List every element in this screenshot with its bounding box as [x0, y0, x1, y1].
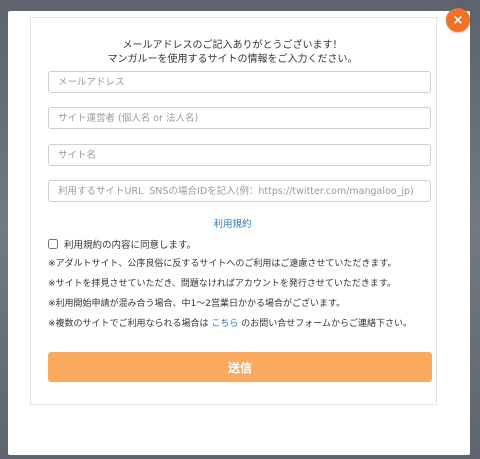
agree-label: 利用規約の内容に同意します。 — [64, 240, 197, 251]
agree-checkbox[interactable] — [48, 239, 58, 249]
intro-text: メールアドレスのご記入ありがとうございます！ マンガルーを使用するサイトの情報を… — [30, 39, 435, 67]
agree-row[interactable]: 利用規約の内容に同意します。 — [48, 237, 196, 251]
submit-button[interactable]: 送信 — [48, 352, 432, 382]
close-icon: × — [452, 12, 464, 28]
terms-link[interactable]: 利用規約 — [30, 216, 435, 230]
site-url-field[interactable] — [48, 180, 431, 202]
contact-form-link[interactable]: こちら — [211, 319, 238, 329]
note-multiple-sites: ※複数のサイトでご利用なられる場合は こちら のお問い合せフォームからご連絡下さ… — [48, 318, 434, 331]
intro-line-2: マンガルーを使用するサイトの情報をご入力ください。 — [107, 54, 358, 65]
site-name-field[interactable] — [48, 144, 431, 166]
operator-name-field[interactable] — [48, 107, 431, 129]
note-review: ※サイトを拝見させていただき、問題なければアカウントを発行させていただきます。 — [48, 279, 397, 289]
note-multi-before: ※複数のサイトでご利用なられる場合は — [48, 319, 212, 329]
note-adult: ※アダルトサイト、公序良俗に反するサイトへのご利用はご遠慮させていただきます。 — [48, 259, 397, 269]
email-field[interactable] — [48, 71, 431, 93]
note-delay: ※利用開始申請が混み合う場合、中1～2営業日かかる場合がございます。 — [48, 299, 346, 309]
intro-line-1: メールアドレスのご記入ありがとうございます！ — [122, 40, 343, 51]
close-button[interactable]: × — [446, 8, 470, 32]
note-multi-after: のお問い合せフォームからご連絡下さい。 — [238, 319, 413, 329]
